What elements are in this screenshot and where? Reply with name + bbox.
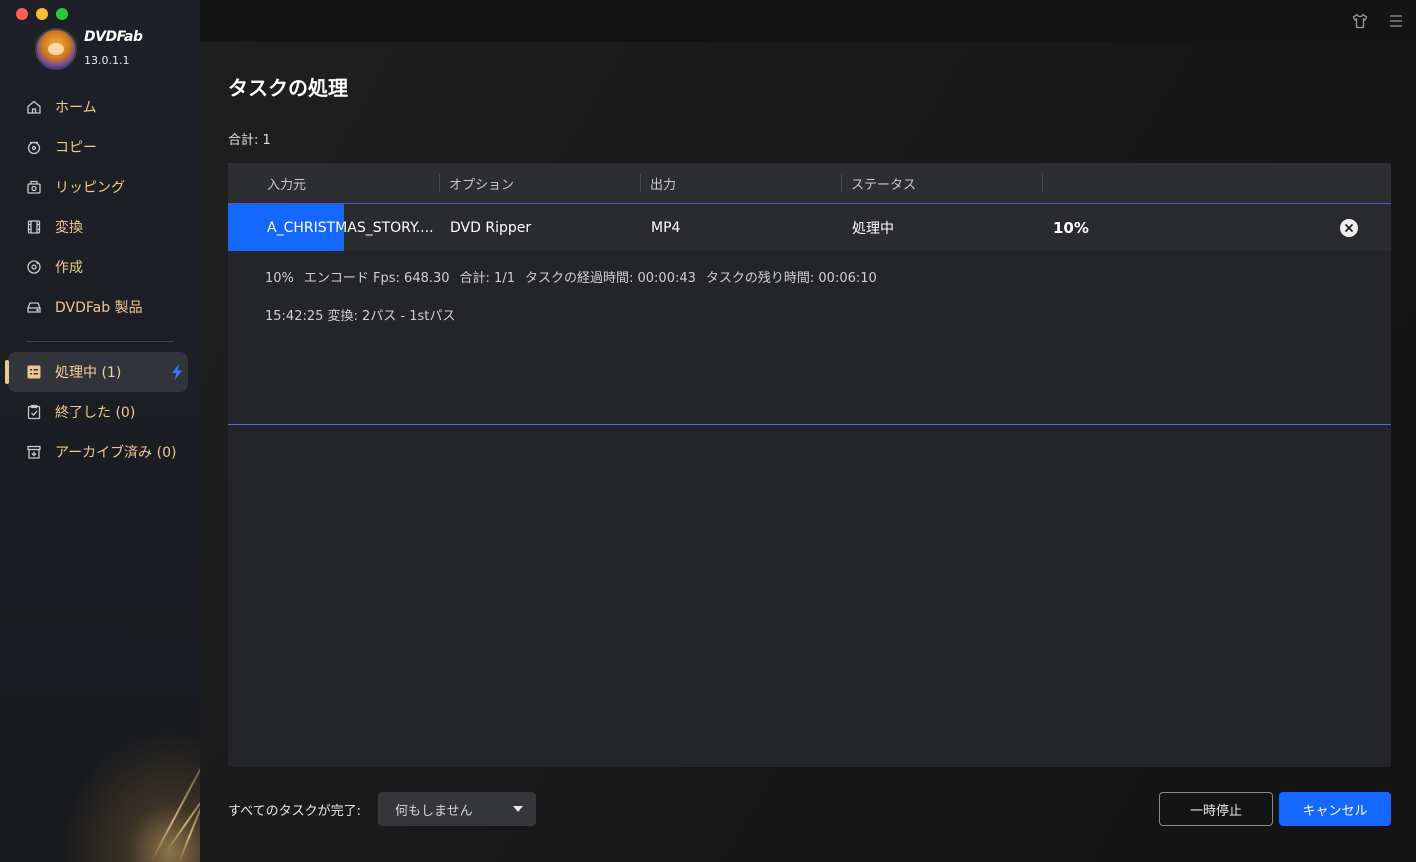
remaining-time: タスクの残り時間: 00:06:10 [705,271,877,286]
sidebar-item-archived[interactable]: アーカイブ済み (0) [0,432,200,472]
sidebar-nav: ホーム コピー リッピング 変換 作成 DVDFab 製品 処理中 (1) 終了… [0,87,200,472]
sidebar-item-label: コピー [55,140,97,156]
main-content: タスクの処理 合計: 1 入力元 オプション 出力 ステータス A_CHRIST… [200,42,1416,862]
zoom-window-button[interactable] [56,8,68,20]
task-detail: 10% エンコード Fps: 648.30 合計: 1/1 タスクの経過時間: 00:… [228,251,1391,425]
pause-button[interactable]: 一時停止 [1159,792,1273,826]
detail-percent: 10% [265,271,294,286]
minimize-window-button[interactable] [36,8,48,20]
progress-stats: 10% エンコード Fps: 648.30 合計: 1/1 タスクの経過時間: 00:… [265,251,1391,286]
task-option: DVD Ripper [450,219,532,236]
menu-icon[interactable] [1387,12,1405,30]
table-row[interactable]: A_CHRISTMAS_STORY.... DVD Ripper MP4 処理中… [228,203,1391,251]
column-header-progress [1042,163,1202,203]
sidebar: DVDFab 13.0.1.1 ホーム コピー リッピング 変換 作成 DVDF… [0,0,200,862]
sidebar-divider [26,341,174,342]
shirt-skin-icon[interactable] [1351,12,1369,30]
caret-down-icon [513,806,523,812]
task-percent: 10% [1053,218,1089,237]
encode-fps: エンコード Fps: 648.30 [303,271,450,286]
app-logo [35,28,77,70]
page-title: タスクの処理 [228,76,348,100]
sidebar-item-label: アーカイブ済み (0) [55,445,177,461]
elapsed-time: タスクの経過時間: 00:00:43 [524,271,696,286]
task-total: 合計: 1 [228,133,271,148]
copy-disc-icon [26,139,42,155]
sidebar-item-finished[interactable]: 終了した (0) [0,392,200,432]
drive-icon [26,299,42,315]
film-icon [26,219,42,235]
remove-task-button[interactable] [1340,219,1358,237]
table-header: 入力元 オプション 出力 ステータス [228,163,1391,203]
sidebar-item-label: DVDFab 製品 [55,300,143,316]
home-icon [26,99,42,115]
task-log-line: 15:42:25 変換: 2パス - 1stパス [265,309,456,324]
window-controls [16,8,68,20]
task-list-icon [26,364,42,380]
after-completion-label: すべてのタスクが完了: [228,804,361,819]
after-completion-value: 何もしません [395,803,473,819]
clipboard-check-icon [26,404,42,420]
task-table: 入力元 オプション 出力 ステータス A_CHRISTMAS_STORY....… [228,163,1391,767]
column-header-option: オプション [439,163,640,203]
sidebar-item-label: リッピング [55,180,125,196]
sidebar-item-processing[interactable]: 処理中 (1) [5,352,188,392]
task-status: 処理中 [852,220,894,237]
column-header-status: ステータス [841,163,1042,203]
sidebar-item-label: 変換 [55,220,83,236]
sidebar-item-ripper[interactable]: リッピング [0,167,200,207]
sidebar-item-label: ホーム [55,100,97,116]
task-output-format: MP4 [651,219,681,236]
ripper-icon [26,179,42,195]
creator-disc-icon [26,259,42,275]
decorative-glow [0,662,200,862]
top-bar [200,0,1416,42]
sidebar-item-creator[interactable]: 作成 [0,247,200,287]
sidebar-item-converter[interactable]: 変換 [0,207,200,247]
cancel-button[interactable]: キャンセル [1279,792,1391,826]
sidebar-item-label: 作成 [55,260,83,276]
task-count: 合計: 1/1 [459,271,515,286]
sidebar-item-products[interactable]: DVDFab 製品 [0,287,200,327]
app-version: 13.0.1.1 [84,54,130,67]
after-completion-select[interactable]: 何もしません [378,792,536,826]
sidebar-item-label: 処理中 (1) [55,365,122,381]
lightning-icon [172,364,182,380]
archive-icon [26,444,42,460]
column-header-output: 出力 [640,163,841,203]
close-window-button[interactable] [16,8,28,20]
sidebar-item-home[interactable]: ホーム [0,87,200,127]
column-header-input: 入力元 [267,177,307,193]
sidebar-item-copy[interactable]: コピー [0,127,200,167]
sidebar-item-label: 終了した (0) [55,405,136,421]
brand-name: DVDFab [84,29,143,45]
close-icon [1345,224,1353,232]
task-input-name: A_CHRISTMAS_STORY.... [267,219,434,236]
